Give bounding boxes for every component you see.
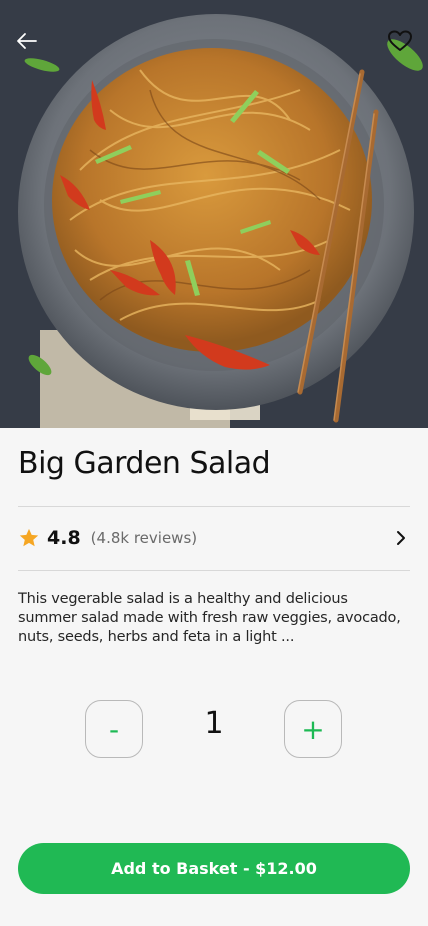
product-title: Big Garden Salad <box>18 446 271 481</box>
rating-value: 4.8 <box>47 527 81 549</box>
chevron-right-icon <box>397 531 405 545</box>
decrease-quantity-button[interactable]: - <box>85 700 143 758</box>
divider <box>18 570 410 571</box>
arrow-left-icon <box>17 33 37 49</box>
review-count: (4.8k reviews) <box>90 529 198 547</box>
add-to-basket-button[interactable]: Add to Basket - $12.00 <box>18 843 410 894</box>
rating-row[interactable]: 4.8 (4.8k reviews) <box>18 522 410 554</box>
divider <box>18 506 410 507</box>
product-description: This vegerable salad is a healthy and de… <box>18 591 401 645</box>
quantity-value: 1 <box>204 706 224 741</box>
increase-quantity-button[interactable]: + <box>284 700 342 758</box>
heart-icon <box>388 30 412 51</box>
back-button[interactable] <box>10 26 44 56</box>
star-icon <box>19 528 39 547</box>
product-image <box>0 0 428 428</box>
favorite-button[interactable] <box>382 24 418 58</box>
